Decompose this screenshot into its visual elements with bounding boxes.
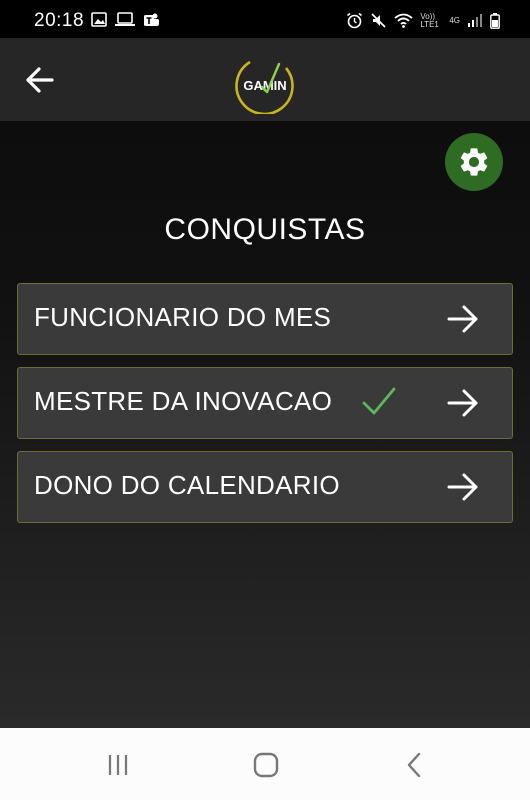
arrow-right-icon (447, 305, 478, 333)
page-title: CONQUISTAS (164, 213, 366, 246)
laptop-icon (115, 12, 135, 26)
check-icon (362, 387, 396, 415)
battery-icon (490, 12, 500, 29)
nav-recents-button[interactable] (104, 750, 134, 780)
achievements-list: FUNCIONARIO DO MES MESTRE DA INOVACAO DO… (17, 283, 513, 535)
home-icon (253, 752, 279, 778)
wifi-icon (394, 13, 413, 28)
network-label: 4G (449, 15, 460, 25)
status-time: 20:18 (34, 10, 85, 31)
nav-home-button[interactable] (251, 750, 281, 780)
screen: 20:18 Vo)) LTE1 4G GAMIN CONQUISTAS FUNC… (0, 0, 530, 800)
volte-label: Vo)) LTE1 (420, 11, 439, 29)
gallery-icon (91, 12, 107, 27)
alarm-icon (347, 12, 363, 29)
gear-icon (460, 148, 488, 176)
achievement-label: FUNCIONARIO DO MES (34, 302, 332, 332)
signal-icon (468, 14, 482, 27)
system-icons: Vo)) LTE1 4G (346, 12, 500, 29)
arrow-left-icon (26, 67, 54, 93)
back-button[interactable] (22, 62, 58, 98)
nav-back-button[interactable] (400, 750, 430, 780)
arrow-right-icon (447, 389, 478, 417)
achievement-item-dono-do-calendario[interactable]: DONO DO CALENDARIO (17, 451, 513, 523)
app-logo: GAMIN (235, 60, 294, 114)
recents-icon (108, 755, 128, 775)
achievement-item-funcionario-do-mes[interactable]: FUNCIONARIO DO MES (17, 283, 513, 355)
teams-icon (144, 13, 159, 26)
arrow-right-icon (447, 473, 478, 501)
notification-icons (91, 12, 160, 28)
mute-icon (371, 13, 386, 28)
achievement-item-mestre-da-inovacao[interactable]: MESTRE DA INOVACAO (17, 367, 513, 439)
chevron-left-icon (407, 752, 421, 778)
achievement-label: MESTRE DA INOVACAO (34, 386, 333, 416)
status-bar: 20:18 Vo)) LTE1 4G (0, 0, 530, 38)
app-bar: GAMIN (0, 38, 530, 121)
settings-button[interactable] (445, 133, 503, 191)
achievement-label: DONO DO CALENDARIO (34, 470, 340, 500)
system-nav-bar (0, 728, 530, 800)
